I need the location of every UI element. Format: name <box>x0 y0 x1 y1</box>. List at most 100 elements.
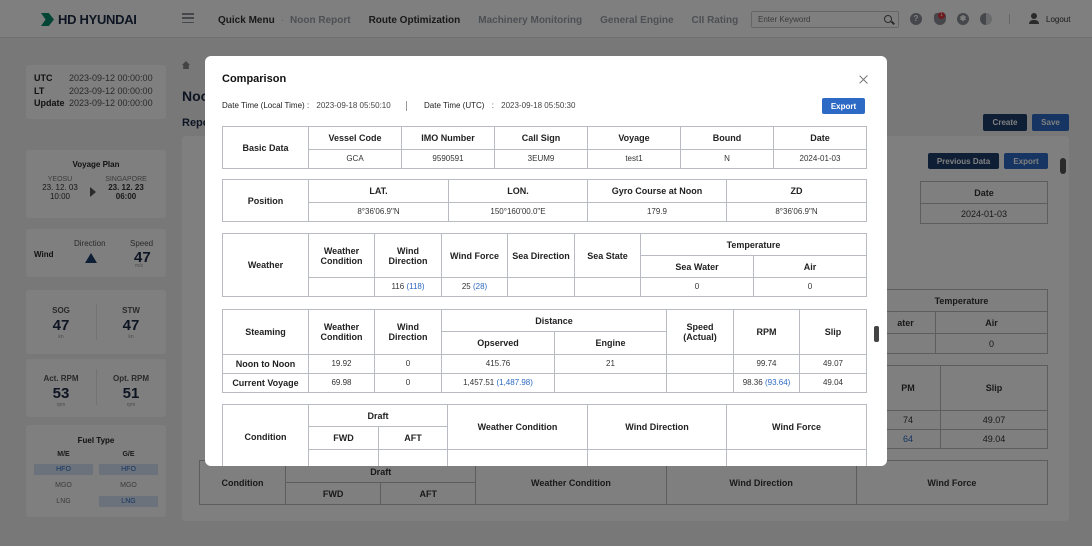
rpm-header: RPM <box>733 309 800 355</box>
fwd-value <box>308 449 379 466</box>
sea-state-value <box>574 277 641 297</box>
noon-observed-current: 415.76 <box>485 359 511 368</box>
voyage-observed-current: 1,457.51 <box>463 378 495 387</box>
air-header: Air <box>752 255 868 278</box>
call-sign-header: Call Sign <box>494 126 588 150</box>
gyro-course-header: Gyro Course at Noon <box>587 179 727 203</box>
modal-scrollbar[interactable] <box>874 326 879 342</box>
condition-label: Condition <box>222 404 309 466</box>
condition-weather-value <box>447 449 589 466</box>
zd-value: 8°36'06.9"N <box>726 202 867 222</box>
utc-time-colon: : <box>491 101 494 110</box>
steaming-label: Steaming <box>222 309 309 355</box>
noon-observed-distance: 415.76 <box>441 354 555 374</box>
sea-water-value: 0 <box>640 277 754 297</box>
wind-direction-header: Wind Direction <box>374 233 442 278</box>
wind-direction-previous: (118) <box>406 282 425 291</box>
noon-rpm: 99.74 <box>733 354 800 374</box>
imo-number-header: IMO Number <box>401 126 495 150</box>
steaming-weather-condition-header: Weather Condition <box>308 309 375 355</box>
weather-label: Weather <box>222 233 309 297</box>
local-time-field: Date Time (Local Time) : 2023-09-18 05:5… <box>222 101 391 110</box>
modal-title: Comparison <box>222 73 287 85</box>
close-icon[interactable] <box>859 75 868 84</box>
position-table: Position LAT. LON. Gyro Course at Noon Z… <box>222 179 867 222</box>
weather-condition-header: Weather Condition <box>308 233 375 278</box>
condition-wind-force-header: Wind Force <box>726 404 868 450</box>
lon-value: 150°160'00.0"E <box>448 202 588 222</box>
vessel-code-header: Vessel Code <box>308 126 402 150</box>
air-value: 0 <box>752 277 868 297</box>
voyage-weather-condition: 69.98 <box>308 373 375 393</box>
voyage-observed-previous: (1,487.98) <box>496 378 533 387</box>
local-time-value: 2023-09-18 05:50:10 <box>316 101 391 110</box>
wind-force-value: 25 (28) <box>441 277 508 297</box>
wind-force-previous: (28) <box>472 282 488 291</box>
condition-table: Condition Draft Weather Condition Wind D… <box>222 404 868 466</box>
vessel-code-value: GCA <box>308 149 402 169</box>
steaming-table: Steaming Weather Condition Wind Directio… <box>222 309 867 393</box>
voyage-header: Voyage <box>587 126 681 150</box>
condition-wind-force-value <box>726 449 868 466</box>
aft-header: AFT <box>377 426 449 450</box>
sea-direction-value <box>507 277 575 297</box>
voyage-rpm-previous: (93.64) <box>764 378 791 387</box>
date-value: 2024-01-03 <box>773 149 867 169</box>
wind-force-current: 25 <box>461 282 471 291</box>
steaming-wind-direction-header: Wind Direction <box>374 309 442 355</box>
weather-table: Weather Weather Condition Wind Direction… <box>222 233 868 297</box>
wind-direction-current: 116 <box>391 282 405 291</box>
lat-header: LAT. <box>308 179 449 203</box>
aft-value <box>377 449 449 466</box>
observed-header: Opserved <box>441 331 555 355</box>
condition-wind-direction-header: Wind Direction <box>587 404 728 450</box>
noon-weather-condition: 19.92 <box>308 354 375 374</box>
zd-header: ZD <box>726 179 867 203</box>
lat-value: 8°36'06.9"N <box>308 202 449 222</box>
lon-header: LON. <box>448 179 588 203</box>
basic-data-table: Basic Data Vessel Code IMO Number Call S… <box>222 126 867 169</box>
utc-time-field: Date Time (UTC) : 2023-09-18 05:50:30 <box>424 101 575 110</box>
local-time-label: Date Time (Local Time) <box>222 101 305 110</box>
noon-to-noon-label: Noon to Noon <box>222 354 309 374</box>
sea-water-header: Sea Water <box>640 255 754 278</box>
wind-force-header: Wind Force <box>441 233 508 278</box>
distance-header: Distance <box>441 309 667 332</box>
engine-header: Engine <box>554 331 667 355</box>
noon-slip: 49.07 <box>799 354 867 374</box>
voyage-rpm-current: 98.36 <box>742 378 763 387</box>
noon-speed <box>666 354 734 374</box>
fwd-header: FWD <box>308 426 379 450</box>
voyage-wind-direction: 0 <box>374 373 442 393</box>
voyage-rpm: 98.36 (93.64) <box>733 373 800 393</box>
date-header: Date <box>773 126 867 150</box>
weather-condition-value <box>308 277 375 297</box>
speed-actual-header: Speed (Actual) <box>666 309 734 355</box>
condition-weather-condition-header: Weather Condition <box>447 404 589 450</box>
voyage-speed <box>666 373 734 393</box>
call-sign-value: 3EUM9 <box>494 149 588 169</box>
time-divider <box>406 101 407 111</box>
temperature-header: Temperature <box>639 233 868 256</box>
local-time-colon: : <box>306 101 310 110</box>
voyage-slip: 49.04 <box>799 373 867 393</box>
noon-wind-direction: 0 <box>374 354 442 374</box>
utc-time-label: Date Time (UTC) <box>424 101 485 110</box>
voyage-value: test1 <box>587 149 681 169</box>
bound-header: Bound <box>680 126 774 150</box>
current-voyage-label: Current Voyage <box>222 373 309 393</box>
export-button[interactable]: Export <box>822 98 865 114</box>
bound-value: N <box>680 149 774 169</box>
utc-time-value: 2023-09-18 05:50:30 <box>501 101 576 110</box>
condition-wind-direction-value <box>587 449 728 466</box>
gyro-course-value: 179.9 <box>587 202 727 222</box>
table-row: Noon to Noon 19.92 0 415.76 21 99.74 49.… <box>222 354 867 374</box>
basic-data-label: Basic Data <box>222 126 309 169</box>
comparison-modal: Comparison Date Time (Local Time) : 2023… <box>205 56 887 466</box>
voyage-engine-distance <box>554 373 667 393</box>
table-row: Current Voyage 69.98 0 1,457.51 (1,487.9… <box>222 373 867 393</box>
sea-direction-header: Sea Direction <box>507 233 575 278</box>
noon-engine-distance: 21 <box>554 354 667 374</box>
position-label: Position <box>222 179 309 222</box>
draft-header: Draft <box>307 404 449 427</box>
